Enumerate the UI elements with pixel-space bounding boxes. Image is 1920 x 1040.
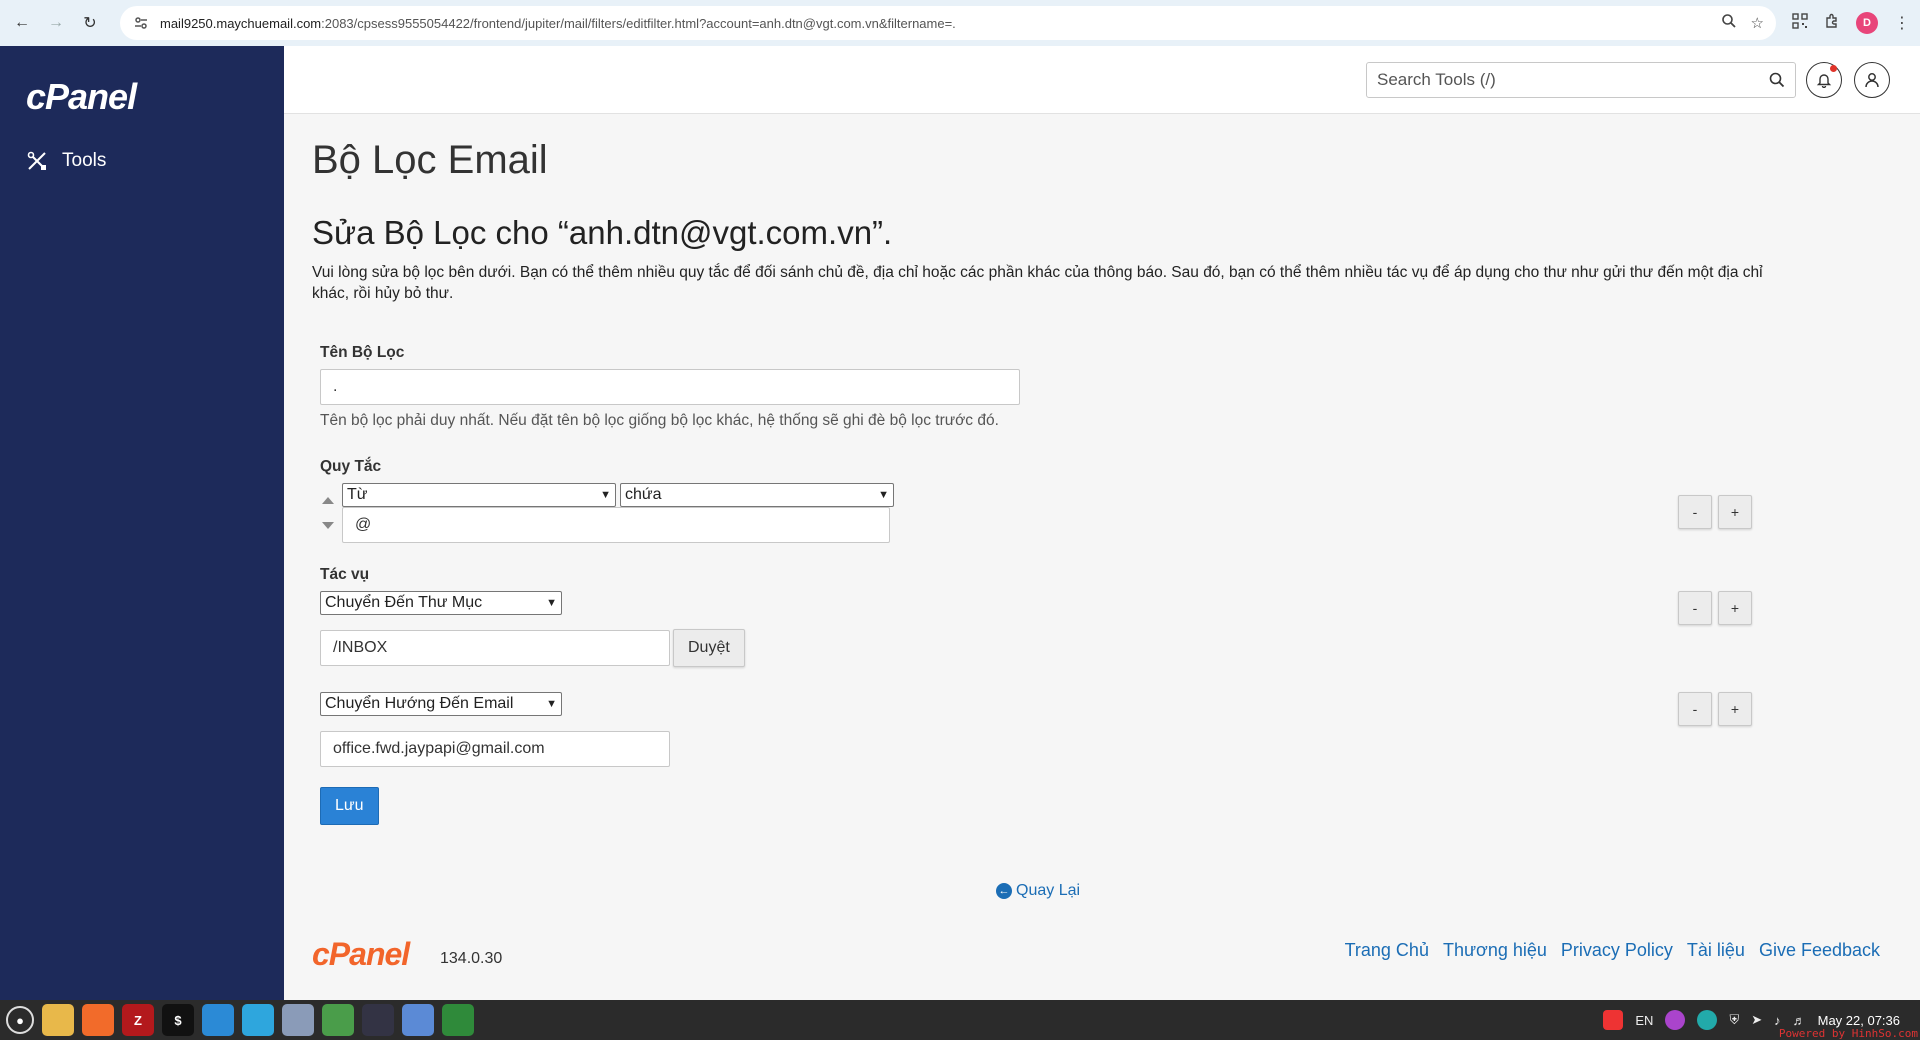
watermark-text: Powered by HinhSo.com bbox=[1778, 1027, 1918, 1040]
tools-icon bbox=[27, 151, 46, 170]
url-path: :2083/cpsess9555054422/frontend/jupiter/… bbox=[321, 15, 956, 31]
remove-action1-button[interactable]: - bbox=[1678, 591, 1712, 625]
back-arrow-icon[interactable]: ← bbox=[10, 11, 34, 35]
terminal-icon[interactable]: $ bbox=[162, 1004, 194, 1036]
reload-icon[interactable]: ↻ bbox=[78, 11, 102, 35]
shield-app-icon[interactable] bbox=[442, 1004, 474, 1036]
filezilla-icon[interactable]: Z bbox=[122, 1004, 154, 1036]
search-input[interactable] bbox=[1377, 70, 1769, 90]
filter-name-label: Tên Bộ Lọc bbox=[320, 344, 405, 361]
chevron-down-icon: ▼ bbox=[600, 489, 611, 501]
version-text: 134.0.30 bbox=[440, 950, 503, 967]
footer-link-feedback[interactable]: Give Feedback bbox=[1759, 940, 1880, 961]
footer-links: Trang Chủ Thương hiệu Privacy Policy Tài… bbox=[1345, 940, 1880, 961]
page-title: Bộ Lọc Email bbox=[312, 138, 548, 182]
mail-icon[interactable] bbox=[282, 1004, 314, 1036]
add-action2-button[interactable]: + bbox=[1718, 692, 1752, 726]
notification-dot bbox=[1830, 65, 1837, 72]
sidebar-item-tools[interactable]: Tools bbox=[26, 150, 106, 172]
chevron-down-icon: ▼ bbox=[546, 698, 557, 710]
shield-icon[interactable]: ⛨ bbox=[1729, 1012, 1739, 1028]
tray-app-icon[interactable] bbox=[1665, 1010, 1686, 1030]
action1-type-select[interactable]: Chuyển Đến Thư Mục ▼ bbox=[320, 591, 562, 615]
qr-code-icon[interactable] bbox=[1792, 12, 1808, 34]
user-icon bbox=[1865, 73, 1879, 88]
add-rule-button[interactable]: + bbox=[1718, 495, 1752, 529]
bell-icon bbox=[1816, 74, 1832, 88]
extensions-icon[interactable] bbox=[1824, 13, 1840, 34]
action2-type-select[interactable]: Chuyển Hướng Đến Email ▼ bbox=[320, 692, 562, 716]
action2-type-value: Chuyển Hướng Đến Email bbox=[325, 695, 514, 712]
rss-icon[interactable] bbox=[402, 1004, 434, 1036]
rule-part-select[interactable]: Từ ▼ bbox=[342, 483, 616, 507]
actions-label: Tác vụ bbox=[320, 566, 370, 583]
footer-cpanel-logo: cPanel bbox=[312, 936, 410, 972]
url-text[interactable]: mail9250.maychuemail.com:2083/cpsess9555… bbox=[160, 16, 1721, 31]
vscode-icon[interactable] bbox=[202, 1004, 234, 1036]
browse-button[interactable]: Duyệt bbox=[673, 629, 745, 667]
notifications-button[interactable] bbox=[1806, 62, 1842, 98]
chevron-down-icon: ▼ bbox=[878, 489, 889, 501]
sidebar: cPanel Tools bbox=[0, 46, 284, 1000]
remove-rule-button[interactable]: - bbox=[1678, 495, 1712, 529]
os-taskbar: ● Z $ EN ⛨ ➤ ♪ ♬ May 22, 07:36 Powered b… bbox=[0, 1000, 1920, 1040]
filter-name-input[interactable] bbox=[320, 369, 1020, 405]
search-icon[interactable] bbox=[1769, 72, 1785, 88]
volume-icon[interactable]: ♬ bbox=[1793, 1013, 1806, 1028]
user-menu-button[interactable] bbox=[1854, 62, 1890, 98]
redirect-email-input[interactable] bbox=[320, 731, 670, 767]
rule-match-select[interactable]: chứa ▼ bbox=[620, 483, 894, 507]
chevron-down-icon: ▼ bbox=[546, 597, 557, 609]
move-down-icon[interactable] bbox=[322, 522, 334, 529]
firefox-icon[interactable] bbox=[82, 1004, 114, 1036]
app-icon[interactable] bbox=[362, 1004, 394, 1036]
back-link-label: Quay Lại bbox=[1016, 882, 1081, 899]
footer-link-privacy[interactable]: Privacy Policy bbox=[1561, 940, 1673, 961]
rule-part-value: Từ bbox=[347, 486, 368, 503]
rule-match-value: chứa bbox=[625, 486, 662, 503]
send-icon[interactable]: ➤ bbox=[1751, 1012, 1762, 1028]
search-box bbox=[1366, 62, 1796, 98]
tray-app2-icon[interactable] bbox=[1697, 1010, 1718, 1030]
chrome-icon[interactable] bbox=[322, 1004, 354, 1036]
browser-menu-icon[interactable]: ⋮ bbox=[1894, 13, 1910, 33]
footer-link-home[interactable]: Trang Chủ bbox=[1345, 940, 1429, 961]
page-description: Vui lòng sửa bộ lọc bên dưới. Bạn có thể… bbox=[312, 264, 1763, 302]
back-link[interactable]: ← Quay Lại bbox=[996, 882, 1080, 900]
profile-avatar[interactable]: D bbox=[1856, 12, 1878, 34]
clock[interactable]: May 22, 07:36 bbox=[1818, 1013, 1900, 1028]
add-action1-button[interactable]: + bbox=[1718, 591, 1752, 625]
telegram-icon[interactable] bbox=[242, 1004, 274, 1036]
footer-link-docs[interactable]: Tài liệu bbox=[1687, 940, 1745, 961]
site-info-icon[interactable] bbox=[132, 14, 150, 32]
arrow-left-circle-icon: ← bbox=[996, 883, 1012, 899]
action1-type-value: Chuyển Đến Thư Mục bbox=[325, 594, 483, 611]
start-menu-icon[interactable]: ● bbox=[6, 1006, 34, 1034]
address-bar[interactable]: mail9250.maychuemail.com:2083/cpsess9555… bbox=[120, 6, 1776, 40]
sidebar-item-label: Tools bbox=[62, 150, 107, 171]
url-host: mail9250.maychuemail.com bbox=[160, 15, 322, 31]
browser-toolbar: ← → ↻ mail9250.maychuemail.com:2083/cpse… bbox=[0, 0, 1920, 46]
language-indicator[interactable]: EN bbox=[1635, 1013, 1653, 1028]
move-up-icon[interactable] bbox=[322, 497, 334, 504]
anydesk-icon[interactable] bbox=[1603, 1010, 1624, 1030]
rules-label: Quy Tắc bbox=[320, 458, 382, 475]
bookmark-star-icon[interactable]: ☆ bbox=[1751, 14, 1764, 32]
filter-name-help: Tên bộ lọc phải duy nhất. Nếu đặt tên bộ… bbox=[320, 412, 999, 429]
zoom-icon[interactable] bbox=[1721, 13, 1737, 33]
remove-action2-button[interactable]: - bbox=[1678, 692, 1712, 726]
cpanel-logo[interactable]: cPanel bbox=[26, 76, 137, 118]
page-subtitle: Sửa Bộ Lọc cho “anh.dtn@vgt.com.vn”. bbox=[312, 214, 893, 251]
folder-input[interactable] bbox=[320, 630, 670, 666]
save-button[interactable]: Lưu bbox=[320, 787, 379, 825]
main-content: Bộ Lọc Email Sửa Bộ Lọc cho “anh.dtn@vgt… bbox=[284, 114, 1920, 1000]
file-manager-icon[interactable] bbox=[42, 1004, 74, 1036]
rule-value-input[interactable] bbox=[342, 507, 890, 543]
microphone-icon[interactable]: ♪ bbox=[1774, 1013, 1781, 1028]
forward-arrow-icon[interactable]: → bbox=[44, 11, 68, 35]
top-header bbox=[284, 46, 1920, 114]
footer-link-trademarks[interactable]: Thương hiệu bbox=[1443, 940, 1547, 961]
